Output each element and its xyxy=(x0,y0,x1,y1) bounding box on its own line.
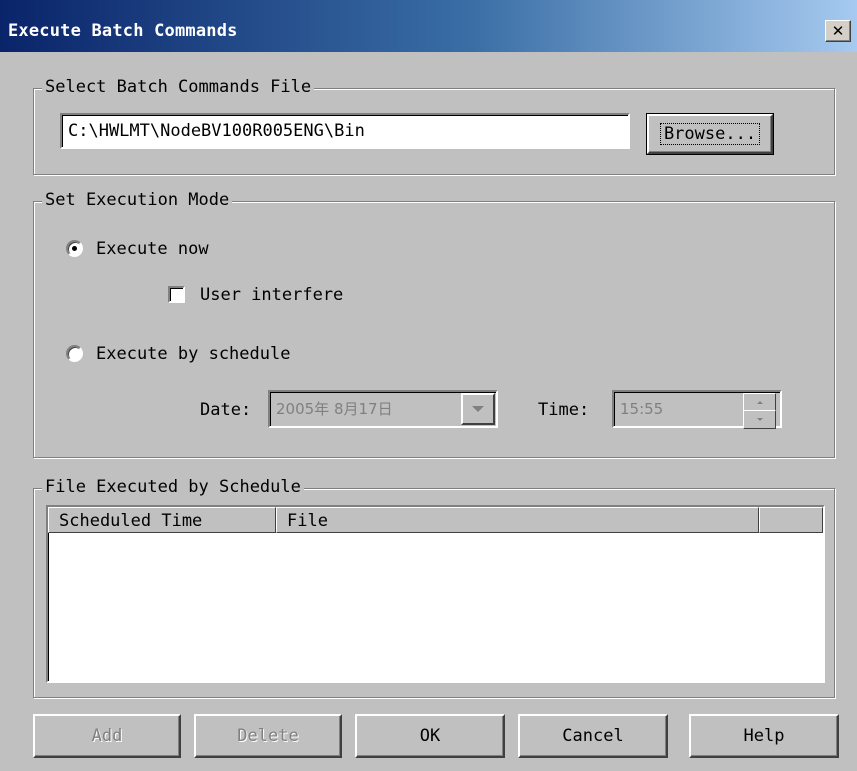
time-spin-down-button[interactable] xyxy=(743,410,776,429)
user-interfere-checkbox[interactable] xyxy=(168,286,185,303)
execute-now-radio[interactable] xyxy=(66,240,83,257)
column-header-scheduled-time-label: Scheduled Time xyxy=(59,511,203,531)
spin-down-icon xyxy=(756,418,763,421)
execute-now-label: Execute now xyxy=(96,239,209,259)
chevron-down-icon xyxy=(472,406,484,412)
browse-button-label: Browse... xyxy=(659,123,761,145)
column-header-file-label: File xyxy=(287,511,328,531)
date-dropdown-button[interactable] xyxy=(461,393,495,425)
cancel-button[interactable]: Cancel xyxy=(518,714,668,758)
close-icon: ✕ xyxy=(831,22,845,40)
user-interfere-label: User interfere xyxy=(200,285,344,305)
spin-up-icon xyxy=(756,401,763,404)
cancel-button-label: Cancel xyxy=(562,726,624,746)
date-label: Date: xyxy=(200,400,252,420)
file-path-input[interactable]: C:\HWLMT\NodeBV100R005ENG\Bin xyxy=(60,113,630,149)
select-file-group-title: Select Batch Commands File xyxy=(42,77,315,97)
ok-button-label: OK xyxy=(419,726,441,746)
schedule-files-list[interactable]: Scheduled Time File xyxy=(46,505,825,683)
date-value: 2005年 8月17日 xyxy=(276,400,393,418)
radio-selected-dot xyxy=(72,246,77,251)
time-value: 15:55 xyxy=(620,400,664,418)
add-button[interactable]: Add xyxy=(33,714,181,758)
execute-schedule-radio[interactable] xyxy=(66,345,83,362)
column-header-scheduled-time[interactable]: Scheduled Time xyxy=(48,507,276,533)
execution-mode-group-title: Set Execution Mode xyxy=(42,190,233,210)
time-label: Time: xyxy=(538,400,590,420)
schedule-files-group-title: File Executed by Schedule xyxy=(42,477,304,497)
browse-button[interactable]: Browse... xyxy=(646,113,774,155)
help-button-label: Help xyxy=(743,726,785,746)
delete-button-label: Delete xyxy=(237,726,299,746)
column-header-extra[interactable] xyxy=(759,507,823,533)
window-title: Execute Batch Commands xyxy=(8,21,238,41)
ok-button[interactable]: OK xyxy=(355,714,505,758)
delete-button[interactable]: Delete xyxy=(194,714,342,758)
help-button[interactable]: Help xyxy=(689,714,839,758)
title-bar: Execute Batch Commands ✕ xyxy=(0,0,857,52)
add-button-label: Add xyxy=(91,726,123,746)
execute-schedule-label: Execute by schedule xyxy=(96,344,291,364)
column-header-file[interactable]: File xyxy=(276,507,759,533)
close-button[interactable]: ✕ xyxy=(825,20,851,42)
